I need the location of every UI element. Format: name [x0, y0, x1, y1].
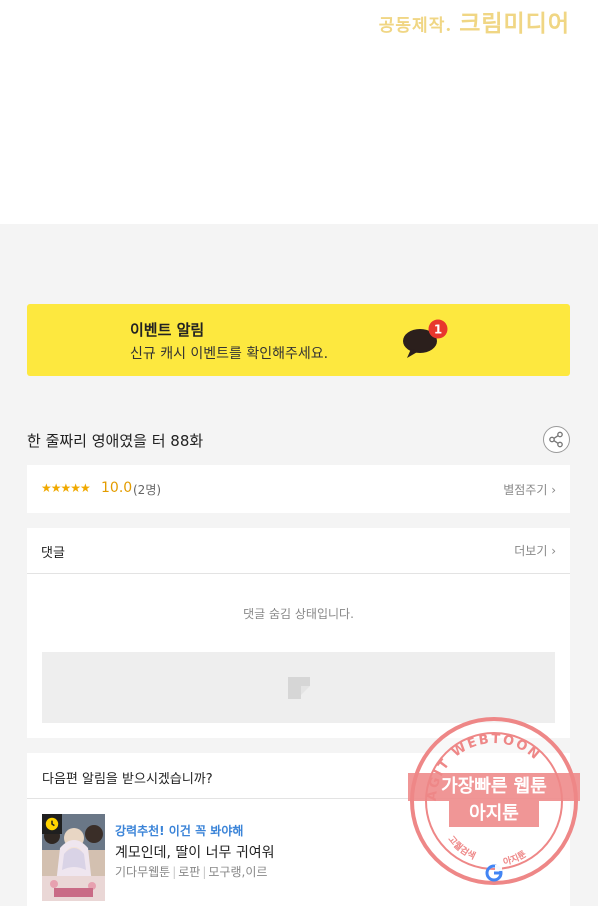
ad-placeholder: [42, 652, 555, 723]
credit-studio: 크림미디어: [459, 10, 570, 37]
meta-authors: 모구랭,이르: [208, 865, 268, 879]
meta-service: 기다무웹툰: [115, 865, 171, 879]
event-title: 이벤트 알림: [130, 321, 205, 339]
webtoon-content-bottom: 공동제작. 크림미디어: [0, 0, 598, 224]
comments-more-link[interactable]: 더보기 ›: [514, 542, 556, 559]
comments-header: 댓글 더보기 ›: [27, 528, 570, 574]
comments-hidden-message: 댓글 숨김 상태입니다.: [243, 607, 354, 621]
next-episode-notify: 다음편 알림을 받으시겠습니까? 강력추천! 이건 꼭 봐야해 계모인데, 딸이…: [27, 753, 570, 906]
divider: [27, 798, 570, 799]
meta-genre: 로판: [178, 865, 201, 879]
rating-count: (2명): [133, 483, 162, 497]
clock-icon: [45, 817, 59, 831]
event-badge-count: 1: [434, 323, 442, 337]
event-subtitle: 신규 캐시 이벤트를 확인해주세요.: [130, 346, 329, 362]
rating-stars: ★★★★★: [41, 481, 91, 495]
image-placeholder-icon: [288, 677, 310, 699]
wait-free-badge: [42, 814, 62, 834]
rating-score: 10.0: [101, 480, 133, 496]
share-icon: [549, 431, 563, 448]
rate-button[interactable]: 별점주기 ›: [503, 481, 556, 498]
comments-section: 댓글 더보기 › 댓글 숨김 상태입니다.: [27, 528, 570, 738]
rating-card: ★★★★★ 10.0 (2명) 별점주기 ›: [27, 465, 570, 513]
production-credit: 공동제작. 크림미디어: [379, 4, 570, 38]
episode-title: 한 줄짜리 영애였을 터 88화: [27, 432, 204, 450]
chat-bubble-icon: 1: [403, 319, 448, 358]
recommendation-badge: 강력추천! 이건 꼭 봐야해: [115, 824, 244, 838]
event-banner[interactable]: 이벤트 알림 신규 캐시 이벤트를 확인해주세요. 1: [27, 304, 570, 376]
comments-title: 댓글: [41, 546, 65, 561]
share-button[interactable]: [543, 426, 570, 453]
notify-title: 다음편 알림을 받으시겠습니까?: [42, 772, 213, 787]
credit-prefix: 공동제작.: [378, 16, 453, 36]
recommendation-meta: 기다무웹툰 | 로판 | 모구랭,이르: [115, 865, 268, 879]
recommendation-title[interactable]: 계모인데, 딸이 너무 귀여워: [115, 842, 274, 862]
recommendation-thumbnail[interactable]: [42, 814, 105, 901]
